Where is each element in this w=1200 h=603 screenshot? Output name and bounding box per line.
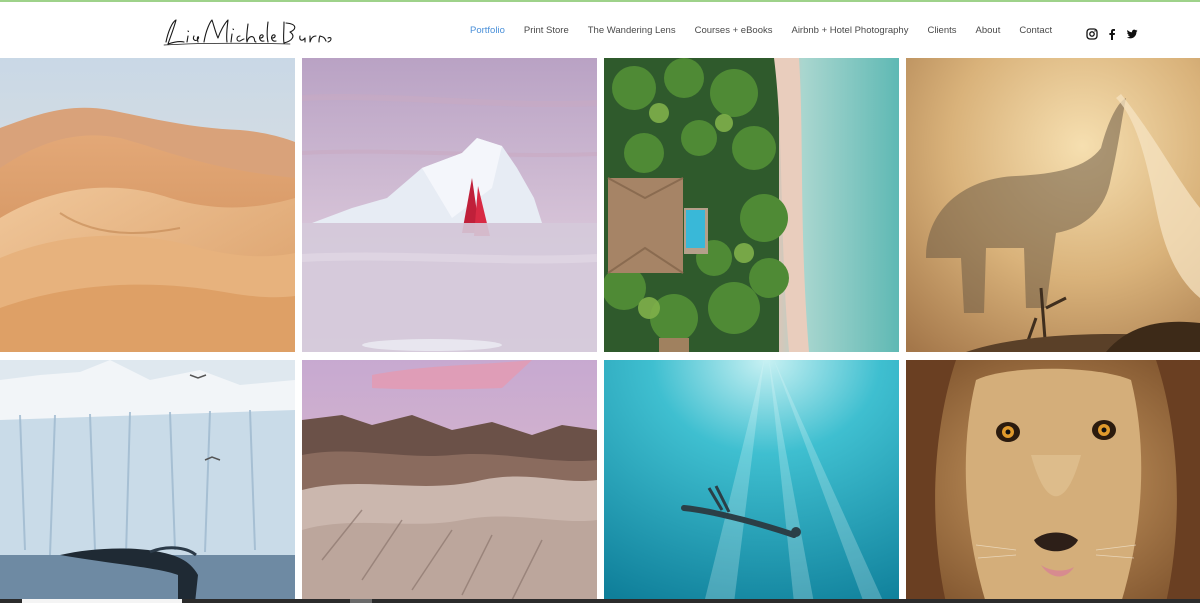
gallery-tile-underwater-swimmer[interactable]: [604, 360, 899, 603]
iceberg-sailboat-image: [302, 58, 597, 352]
nav-contact[interactable]: Contact: [1019, 25, 1052, 36]
gallery-tile-lion-face[interactable]: [906, 360, 1200, 603]
bottom-bar-segment: [350, 599, 372, 603]
site-header: Portfolio Print Store The Wandering Lens…: [0, 2, 1200, 58]
gallery-tile-desert-dunes[interactable]: [0, 58, 295, 352]
signature-logo-icon: [163, 19, 332, 46]
nav-the-wandering-lens[interactable]: The Wandering Lens: [588, 25, 676, 36]
facebook-icon[interactable]: [1106, 28, 1118, 40]
glacier-whale-image: [0, 360, 295, 603]
main-nav: Portfolio Print Store The Wandering Lens…: [470, 2, 1071, 58]
nav-print-store[interactable]: Print Store: [524, 25, 569, 36]
instagram-icon[interactable]: [1086, 28, 1098, 40]
lion-image: [906, 360, 1200, 603]
gallery-tile-glacier-whale-tail[interactable]: [0, 360, 295, 603]
badlands-image: [302, 360, 597, 603]
logo[interactable]: [160, 12, 335, 52]
bottom-bar-segment: [22, 599, 182, 603]
desert-dunes-image: [0, 58, 295, 352]
nav-portfolio[interactable]: Portfolio: [470, 25, 505, 36]
twitter-icon[interactable]: [1126, 28, 1138, 40]
nav-about[interactable]: About: [976, 25, 1001, 36]
gallery-tile-aerial-tropical-villa[interactable]: [604, 58, 899, 352]
gallery-tile-pink-sky-badlands[interactable]: [302, 360, 597, 603]
gallery-tile-iceberg-red-sailboat[interactable]: [302, 58, 597, 352]
underwater-image: [604, 360, 899, 603]
elephant-image: [906, 58, 1200, 352]
nav-clients[interactable]: Clients: [927, 25, 956, 36]
gallery-tile-elephant-dust[interactable]: [906, 58, 1200, 352]
social-links: [1086, 27, 1138, 41]
nav-courses-ebooks[interactable]: Courses + eBooks: [695, 25, 773, 36]
aerial-villa-image: [604, 58, 899, 352]
bottom-scroll-bar: [0, 599, 1200, 603]
nav-airbnb-hotel-photography[interactable]: Airbnb + Hotel Photography: [791, 25, 908, 36]
portfolio-gallery: [0, 58, 1200, 603]
